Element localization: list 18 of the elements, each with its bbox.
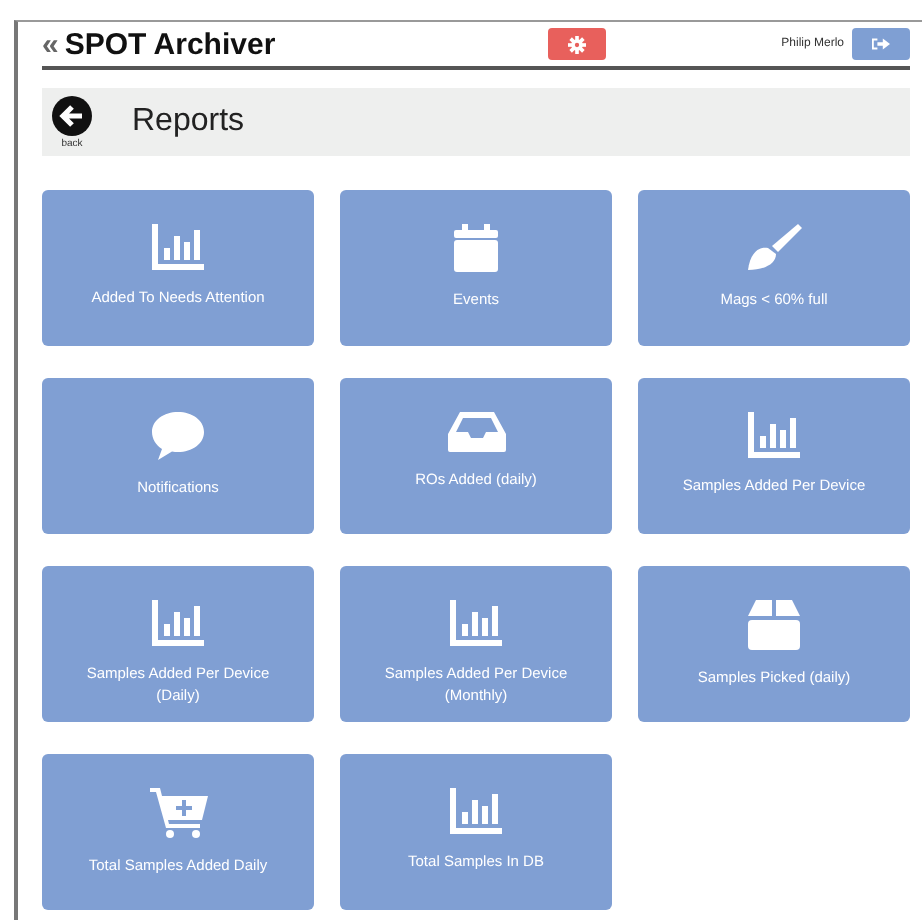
settings-icon — [567, 35, 586, 53]
settings-button[interactable] — [547, 28, 606, 60]
box-icon — [748, 600, 800, 650]
inbox-tray-icon — [447, 412, 505, 452]
calendar-icon — [454, 224, 498, 272]
bar-chart-icon — [450, 788, 502, 834]
bar-chart-icon — [450, 600, 502, 646]
brush-icon — [746, 224, 802, 272]
bar-chart-icon — [152, 224, 204, 270]
speech-bubble-icon — [152, 412, 204, 460]
page-title: Reports — [132, 104, 245, 140]
app-title: SPOT Archiver — [64, 27, 276, 61]
bar-chart-icon — [748, 412, 800, 458]
cart-plus-icon — [149, 788, 207, 838]
collapse-icon[interactable]: « — [42, 29, 59, 59]
logout-button[interactable] — [852, 28, 910, 60]
bar-chart-icon — [152, 600, 204, 646]
logout-icon — [872, 36, 890, 52]
